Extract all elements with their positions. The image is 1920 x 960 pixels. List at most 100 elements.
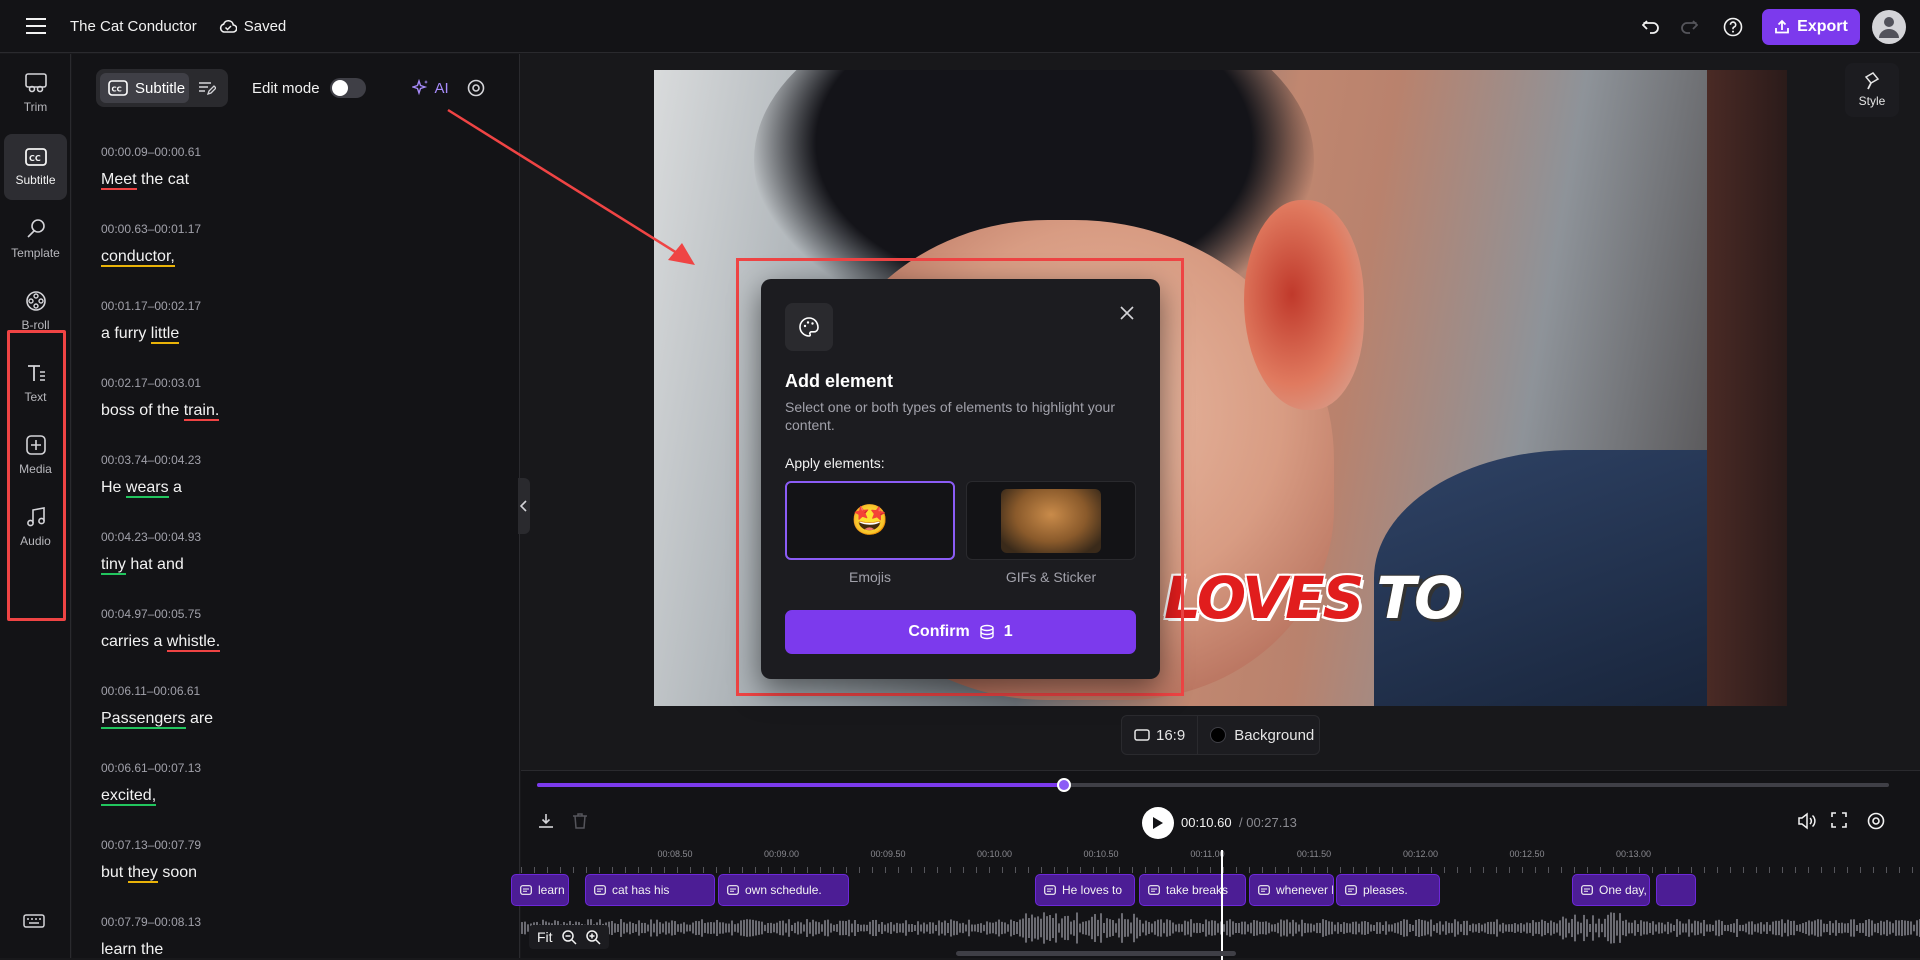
subtitle-text[interactable]: tiny hat and (101, 552, 501, 578)
subtitle-text[interactable]: conductor, (101, 244, 501, 270)
subtitle-time: 00:07.13–00:07.79 (101, 838, 202, 852)
aspect-ratio-button[interactable]: 16:9 (1122, 716, 1199, 754)
subtitle-clip[interactable]: He loves to (1035, 874, 1135, 906)
subtitle-item[interactable]: 00:04.23–00:04.93 tiny hat and (101, 527, 501, 604)
rail-item-trim[interactable]: Trim (4, 60, 67, 126)
subtitle-text[interactable]: a furry little (101, 321, 501, 347)
subtitle-clip[interactable] (1656, 874, 1696, 906)
hamburger-menu-icon[interactable] (22, 12, 50, 40)
waveform-bar (1400, 920, 1402, 936)
subtitle-text[interactable]: carries a whistle. (101, 629, 501, 655)
video-caption[interactable]: LOVES TO (1164, 564, 1463, 632)
subtitle-text[interactable]: Meet the cat (101, 167, 501, 193)
subtitle-text[interactable]: boss of the train. (101, 398, 501, 424)
playhead[interactable] (1221, 850, 1223, 960)
rail-item-media[interactable]: Media (4, 422, 67, 488)
subtitle-item[interactable]: 00:00.63–00:01.17 conductor, (101, 219, 501, 296)
subtitle-clip[interactable]: whenever he (1249, 874, 1334, 906)
waveform-bar (1388, 924, 1390, 932)
subtitle-text[interactable]: excited, (101, 783, 501, 809)
subtitle-item[interactable]: 00:02.17–00:03.01 boss of the train. (101, 373, 501, 450)
confirm-button[interactable]: Confirm 1 (785, 610, 1136, 654)
waveform-bar (1796, 924, 1798, 932)
saved-label: Saved (243, 17, 287, 35)
subtitle-clip[interactable]: own schedule. (718, 874, 849, 906)
tab-subtitle[interactable]: CC Subtitle (100, 73, 190, 103)
waveform-bar (1904, 920, 1906, 936)
volume-icon[interactable] (1797, 812, 1817, 830)
waveform-bar (1673, 924, 1675, 932)
waveform-bar (761, 921, 763, 935)
clip-label: pleases. (1363, 883, 1408, 897)
fullscreen-icon[interactable] (1831, 812, 1847, 828)
highlighted-word: train. (183, 402, 220, 421)
subtitle-item[interactable]: 00:07.79–00:08.13 learn the (101, 912, 501, 958)
waveform-bar (1568, 922, 1570, 934)
keyboard-icon[interactable] (23, 914, 45, 928)
export-button[interactable]: Export (1762, 8, 1860, 45)
undo-icon[interactable] (1636, 12, 1666, 42)
subtitle-text[interactable]: but they soon (101, 860, 501, 886)
style-button[interactable]: Style (1845, 63, 1899, 117)
subtitle-clip[interactable]: cat has his (585, 874, 715, 906)
waveform-bar (1358, 923, 1360, 933)
waveform-bar (656, 919, 658, 937)
avatar[interactable] (1872, 9, 1906, 44)
waveform-bar (1763, 924, 1765, 932)
settings-icon[interactable] (467, 79, 485, 97)
tab-transcript[interactable] (189, 80, 224, 96)
progress-knob[interactable] (1057, 778, 1072, 792)
subtitle-item[interactable]: 00:06.61–00:07.13 excited, (101, 758, 501, 835)
fit-button[interactable]: Fit (537, 929, 553, 945)
subtitle-clip[interactable]: learn the (511, 874, 569, 906)
subtitle-clip[interactable]: One day, (1572, 874, 1650, 906)
waveform-bar (1799, 924, 1801, 932)
collapse-panel-button[interactable] (518, 478, 530, 534)
timeline-scrollbar[interactable] (956, 951, 1236, 956)
subtitle-text[interactable]: learn the (101, 937, 501, 958)
play-button[interactable] (1142, 807, 1174, 839)
waveform-bar (1751, 921, 1753, 935)
waveform-bar (1463, 920, 1465, 936)
text-edit-icon (198, 82, 216, 96)
option-emojis[interactable]: 🤩 (785, 481, 955, 560)
subtitle-item[interactable]: 00:04.97–00:05.75 carries a whistle. (101, 604, 501, 681)
subtitle-item[interactable]: 00:06.11–00:06.61 Passengers are (101, 681, 501, 758)
subtitle-clip[interactable]: take breaks (1139, 874, 1246, 906)
progress-bar[interactable] (537, 778, 1889, 792)
delete-icon[interactable] (572, 812, 588, 830)
ai-button[interactable]: AI (411, 79, 449, 97)
redo-icon[interactable] (1674, 12, 1704, 42)
waveform-bar (1883, 921, 1885, 935)
subtitle-item[interactable]: 00:07.13–00:07.79 but they soon (101, 835, 501, 912)
edit-mode-toggle[interactable] (329, 78, 366, 98)
rail-item-text[interactable]: Text (4, 350, 67, 416)
waveform-bar (1505, 924, 1507, 932)
project-title[interactable]: The Cat Conductor (70, 18, 197, 35)
rail-item-template[interactable]: Template (4, 206, 67, 272)
waveform-bar (698, 921, 700, 935)
waveform-bar (1622, 920, 1624, 936)
close-icon[interactable] (1120, 306, 1134, 320)
waveform-bar (1226, 920, 1228, 936)
waveform-bar (1877, 922, 1879, 934)
timeline-settings-icon[interactable] (1867, 812, 1885, 830)
waveform-bar (797, 921, 799, 935)
subtitle-clip[interactable]: pleases. (1336, 874, 1440, 906)
rail-item-audio[interactable]: Audio (4, 494, 67, 560)
subtitle-item[interactable]: 00:01.17–00:02.17 a furry little (101, 296, 501, 373)
zoom-in-icon[interactable] (585, 929, 601, 945)
option-gifs-sticker[interactable] (966, 481, 1136, 560)
background-button[interactable]: Background (1198, 727, 1326, 744)
subtitle-text[interactable]: He wears a (101, 475, 501, 501)
zoom-out-icon[interactable] (561, 929, 577, 945)
waveform-bar (1619, 913, 1621, 943)
download-icon[interactable] (537, 812, 555, 830)
subtitle-item[interactable]: 00:03.74–00:04.23 He wears a (101, 450, 501, 527)
subtitle-text[interactable]: Passengers are (101, 706, 501, 732)
rail-item-subtitle[interactable]: CC Subtitle (4, 134, 67, 200)
subtitle-item[interactable]: 00:00.09–00:00.61 Meet the cat (101, 142, 501, 219)
ruler-label: 00:13.00 (1615, 849, 1652, 859)
help-icon[interactable] (1718, 12, 1748, 42)
rail-item-b-roll[interactable]: B-roll (4, 278, 67, 344)
